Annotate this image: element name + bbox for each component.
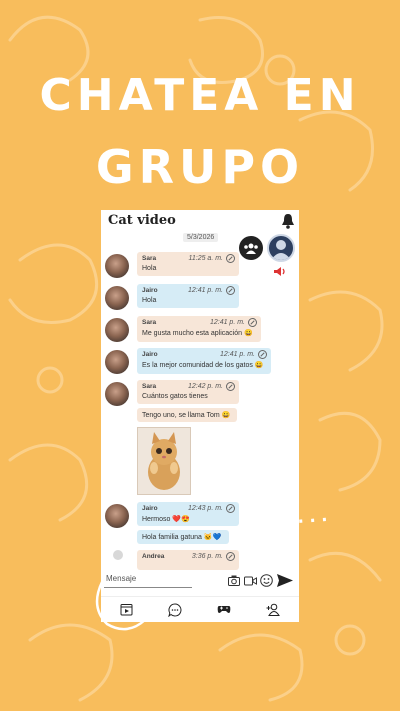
kitten-image (138, 428, 190, 494)
message-bubble[interactable]: Sara 12:42 p. m. Cuántos gatos tienes (137, 380, 239, 404)
message-text: Es la mejor comunidad de los gatos 😀 (142, 362, 264, 369)
phone-screen: Cat video 5/3/2026 Sara 11:25 a. m. Hola (101, 210, 299, 622)
games-icon[interactable] (217, 603, 231, 615)
profile-icon[interactable] (267, 234, 295, 262)
add-user-icon[interactable] (266, 603, 280, 616)
message-bubble[interactable]: Tengo uno, se llama Tom 😀 (137, 408, 237, 422)
avatar (105, 318, 129, 342)
clock-icon (226, 504, 235, 513)
video-icon[interactable] (244, 576, 257, 586)
message-text: Tengo uno, se llama Tom 😀 (142, 412, 231, 419)
hand-drawn-circle (95, 580, 147, 631)
chat-title: Cat video (108, 213, 176, 228)
clock-icon (258, 350, 267, 359)
clock-icon (226, 254, 235, 263)
message-text: Hola (142, 297, 157, 304)
message-time: 11:25 a. m. (188, 255, 223, 262)
clock-icon (248, 318, 257, 327)
emoji-icon[interactable] (260, 574, 273, 587)
message-bubble[interactable]: Hola familia gatuna 🐱💙 (137, 530, 229, 544)
clock-icon (226, 552, 235, 561)
avatar (105, 382, 129, 406)
camera-icon[interactable] (228, 575, 240, 586)
cat-photo[interactable] (137, 427, 191, 495)
message-bubble[interactable]: Sara 12:41 p. m. Me gusta mucho esta apl… (137, 316, 261, 342)
clock-icon (226, 286, 235, 295)
avatar (105, 286, 129, 310)
message-time: 3:36 p. m. (191, 553, 223, 560)
message-bubble[interactable]: Jairo 12:43 p. m. Hermoso ❤️😍 (137, 502, 239, 526)
date-separator: 5/3/2026 (183, 233, 219, 242)
message-text: Hermoso ❤️😍 (142, 516, 190, 523)
message-text: Me gusta mucho esta aplicación 😀 (142, 330, 253, 337)
message-bubble[interactable]: Sara 11:25 a. m. Hola (137, 252, 239, 276)
message-bubble[interactable]: Andrea 3:36 p. m. (137, 550, 239, 570)
headline-line-2: GRUPO (95, 140, 305, 194)
clock-icon (226, 382, 235, 391)
avatar (113, 550, 123, 560)
message-time: 12:41 p. m. (187, 287, 223, 294)
avatar (105, 350, 129, 374)
message-time: 12:41 p. m. (209, 319, 245, 326)
message-text: Cuántos gatos tienes (142, 393, 208, 400)
avatar (105, 254, 129, 278)
people-glyph (244, 243, 258, 254)
message-text: Hola familia gatuna 🐱💙 (142, 534, 222, 541)
message-bubble[interactable]: Jairo 12:41 p. m. Hola (137, 284, 239, 308)
message-text: Hola (142, 265, 157, 272)
bell-icon[interactable] (281, 213, 295, 229)
message-time: 12:43 p. m. (187, 505, 223, 512)
profile-silhouette (271, 240, 291, 260)
avatar (105, 504, 129, 528)
headline-line-1: CHATEA EN (39, 70, 361, 121)
message-bubble[interactable]: Jairo 12:41 p. m. Es la mejor comunidad … (137, 348, 271, 374)
chat-icon[interactable] (168, 603, 182, 617)
send-icon[interactable] (276, 573, 294, 588)
group-icon[interactable] (239, 236, 263, 260)
message-time: 12:41 p. m. (219, 351, 255, 358)
speaker-icon[interactable] (273, 266, 287, 277)
message-time: 12:42 p. m. (187, 383, 223, 390)
